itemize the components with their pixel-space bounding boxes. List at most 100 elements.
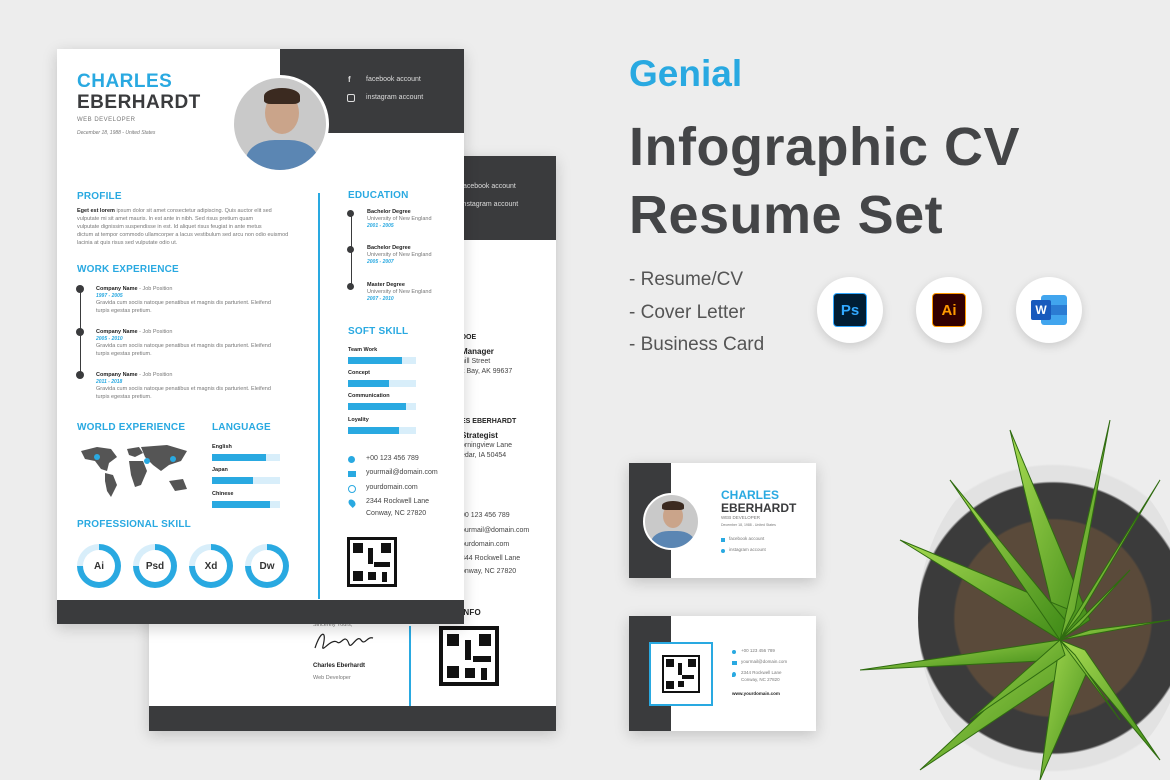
profile-line: ipsum dolor sit amet consectetur adipisc… xyxy=(116,208,272,214)
profile-line: lacinia at quis risus sed vulputate odio… xyxy=(77,240,178,246)
illustrator-icon: Ai xyxy=(932,293,966,327)
education-school: University of New England xyxy=(367,216,432,222)
education-item-3: Master Degree University of New England … xyxy=(367,282,432,302)
succulent-plant-icon xyxy=(860,420,1170,780)
cover-qr-code-icon xyxy=(439,626,499,686)
language-bar xyxy=(212,477,280,484)
location-icon xyxy=(732,672,736,677)
feature-item: - Cover Letter xyxy=(629,302,746,323)
soft-skill-bar-fill xyxy=(348,427,399,434)
cover-contact-email: ourmail@domain.com xyxy=(461,527,530,534)
main-title-line2: Resume Set xyxy=(629,185,944,245)
soft-skill-bar-fill xyxy=(348,403,406,410)
work-position: - Job Position xyxy=(137,329,173,335)
cover-recipient-city: k Bay, AK 99637 xyxy=(461,368,513,375)
education-item-2: Bachelor Degree University of New Englan… xyxy=(367,245,432,265)
word-icon-wrap: W xyxy=(1031,293,1067,327)
card1-last-name: EBERHARDT xyxy=(721,501,797,515)
location-icon xyxy=(347,498,357,508)
work-company: Company Name xyxy=(96,286,138,292)
professional-skill-title: PROFESSIONAL SKILL xyxy=(77,519,191,530)
feature-item: - Business Card xyxy=(629,334,765,355)
education-item-1: Bachelor Degree University of New Englan… xyxy=(367,209,432,229)
resume-social-facebook: facebook account xyxy=(366,76,421,83)
profile-line: dictum at tempor commodo ullamcorper a l… xyxy=(77,232,289,238)
work-position: - Job Position xyxy=(137,286,173,292)
cover-contact-city: onway, NC 27820 xyxy=(461,568,517,575)
education-years: 2007 - 2010 xyxy=(367,296,394,302)
work-item-1: Company Name - Job Position 1997 - 2005 … xyxy=(96,285,296,315)
resume-qr-code-icon xyxy=(347,537,397,587)
work-desc: turpis egestas pretium. xyxy=(96,351,152,357)
contact-email: yourmail@domain.com xyxy=(366,469,438,476)
profile-lead: Eget est lorem xyxy=(77,208,115,214)
card1-social-facebook: facebook account xyxy=(729,536,765,541)
contact-city: Conway, NC 27820 xyxy=(366,510,427,517)
work-dot xyxy=(76,328,84,336)
soft-skill-title: SOFT SKILL xyxy=(348,326,409,337)
cover-signature-role: Web Developer xyxy=(313,675,351,681)
soft-skill-bar-fill xyxy=(348,357,403,364)
resume-footer xyxy=(57,600,464,624)
profile-line: vulputate dignissim suspendisse in est. … xyxy=(77,224,262,230)
skill-label: Ai xyxy=(83,550,115,582)
facebook-icon xyxy=(721,538,725,542)
cover-social-instagram: instagram account xyxy=(461,201,519,208)
soft-skill-bar xyxy=(348,427,416,434)
photoshop-badge: Ps xyxy=(817,277,883,343)
soft-skill-bar xyxy=(348,403,416,410)
skill-donut-xd: Xd xyxy=(189,544,233,588)
cover-footer xyxy=(149,706,556,731)
instagram-icon xyxy=(347,94,355,102)
cover-divider xyxy=(409,626,411,706)
language-name: Japan xyxy=(212,467,228,473)
resume-role: WEB DEVELOPER xyxy=(77,117,136,123)
word-badge: W xyxy=(1016,277,1082,343)
word-icon: W xyxy=(1031,300,1051,320)
education-school: University of New England xyxy=(367,289,432,295)
phone-icon xyxy=(732,650,736,654)
education-dot xyxy=(347,210,354,217)
skill-label: Psd xyxy=(139,550,171,582)
soft-skill-bar xyxy=(348,380,416,387)
work-dot xyxy=(76,285,84,293)
cover-sender-city: edar, IA 50454 xyxy=(461,452,507,459)
resume-column-divider xyxy=(318,193,320,599)
brand-name: Genial xyxy=(629,53,743,94)
soft-skill-name: Team Work xyxy=(348,347,378,353)
card2-phone: +00 123 456 789 xyxy=(741,648,775,653)
language-bar xyxy=(212,501,280,508)
work-desc: Gravida cum sociis natoque penatibus et … xyxy=(96,300,271,306)
business-card-back: +00 123 456 789 yourmail@domain.com 2344… xyxy=(629,616,816,731)
card2-email: yourmail@domain.com xyxy=(741,659,788,664)
resume-sheet: f facebook account instagram account CHA… xyxy=(57,49,464,624)
soft-skill-name: Communication xyxy=(348,393,390,399)
card1-social-instagram: instagram account xyxy=(729,547,766,552)
resume-social-instagram: instagram account xyxy=(366,94,424,101)
cover-sender-role: Strategist xyxy=(461,431,498,440)
skill-donut-ai: Ai xyxy=(77,544,121,588)
main-title-line1: Infographic CV xyxy=(629,117,1021,177)
card1-avatar xyxy=(643,493,700,550)
education-years: 2005 - 2007 xyxy=(367,259,394,265)
contact-phone: +00 123 456 789 xyxy=(366,455,419,462)
instagram-icon xyxy=(721,549,725,553)
profile-line: vulputate mi sit amet mauris. In est ant… xyxy=(77,216,254,222)
soft-skill-name: Concept xyxy=(348,370,370,376)
education-dot xyxy=(347,246,354,253)
work-title: WORK EXPERIENCE xyxy=(77,264,179,275)
globe-icon xyxy=(348,485,356,493)
language-name: Chinese xyxy=(212,491,234,497)
contact-web: yourdomain.com xyxy=(366,484,418,491)
skill-label: Xd xyxy=(195,550,227,582)
profile-title: PROFILE xyxy=(77,191,122,202)
world-experience-title: WORLD EXPERIENCE xyxy=(77,422,186,433)
phone-icon xyxy=(348,456,355,463)
education-school: University of New England xyxy=(367,252,432,258)
cover-social-facebook: facebook account xyxy=(461,183,516,190)
resume-birth: December 18, 1988 - United States xyxy=(77,130,156,136)
work-desc: Gravida cum sociis natoque penatibus et … xyxy=(96,386,271,392)
business-card-front: CHARLES EBERHARDT WEB DEVELOPER December… xyxy=(629,463,816,578)
soft-skill-bar-fill xyxy=(348,380,389,387)
cover-contact-web: ourdomain.com xyxy=(461,541,510,548)
